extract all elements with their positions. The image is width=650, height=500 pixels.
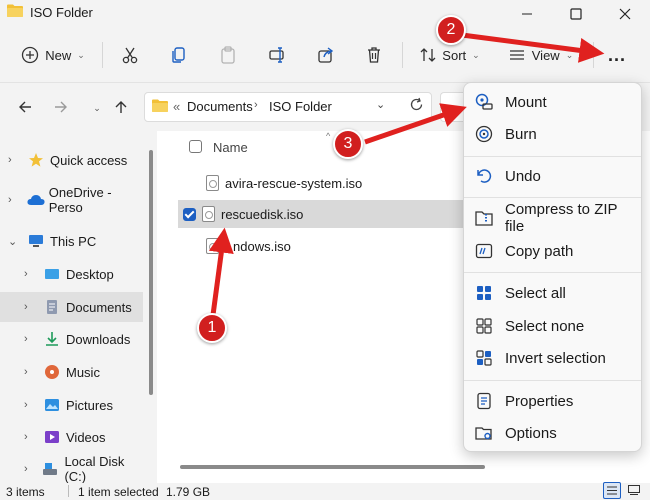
arrow-3: [364, 103, 467, 145]
annotation-badge-1: 1: [197, 313, 227, 343]
arrow-1: [208, 227, 234, 316]
annotation-badge-3: 3: [333, 129, 363, 159]
annotation-badge-2: 2: [436, 15, 466, 45]
arrow-2: [461, 32, 605, 63]
annotation-arrows: [208, 32, 605, 316]
